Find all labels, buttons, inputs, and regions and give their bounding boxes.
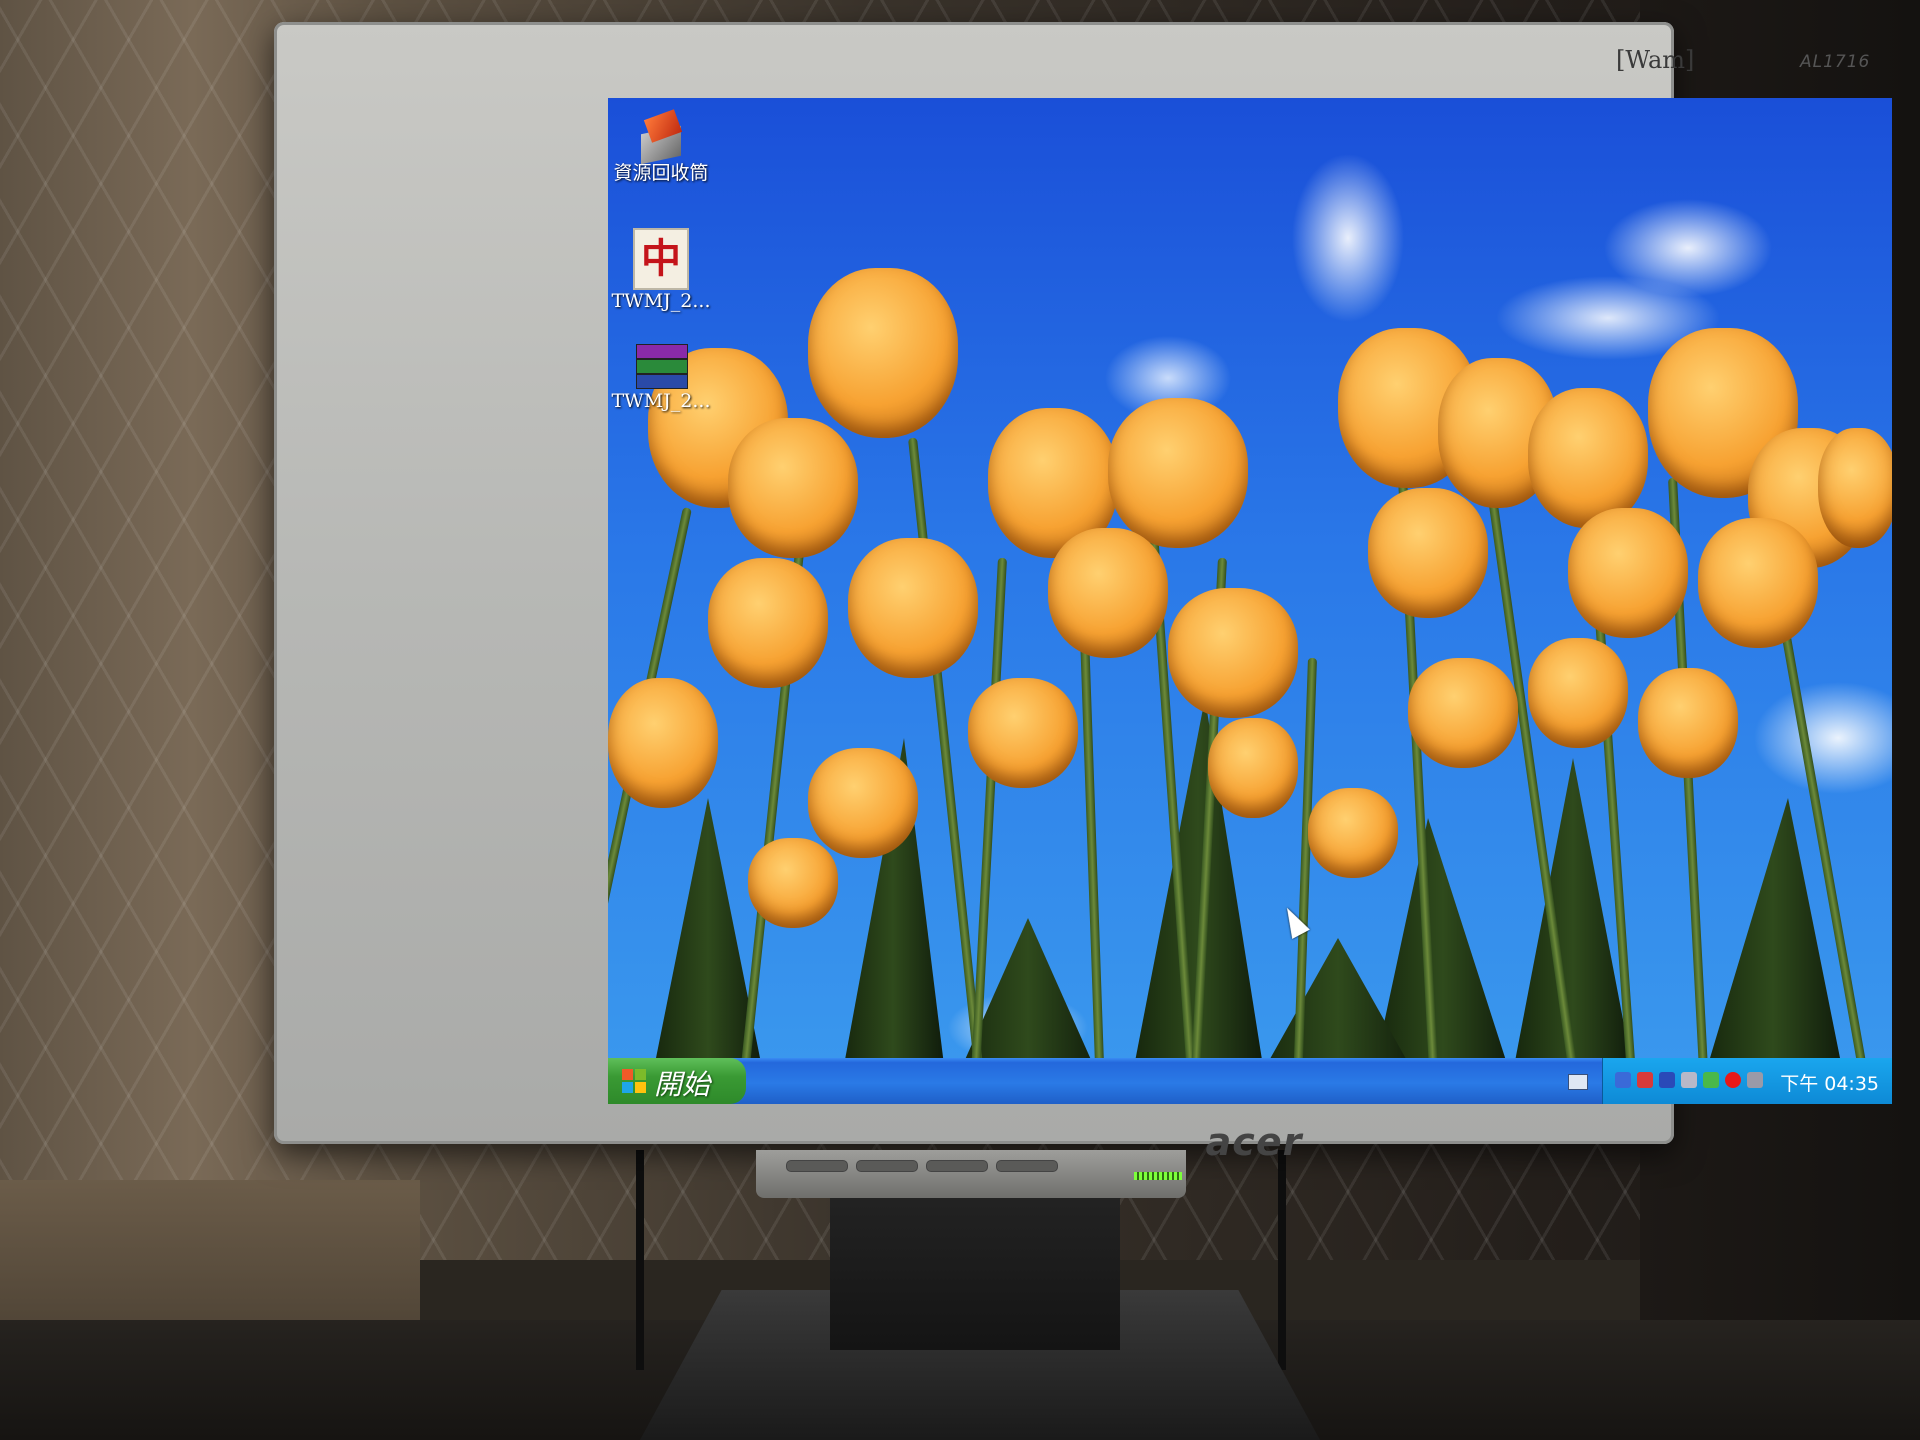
security-shield-icon[interactable]: [1637, 1072, 1653, 1088]
desktop-screen: 資源回收筒 中 TWMJ_2... TWMJ_2... 開始 下午 04:35: [608, 98, 1892, 1104]
acer-logo: acer: [1205, 1120, 1303, 1164]
monitor-right-button[interactable]: [926, 1160, 988, 1172]
antivirus-icon[interactable]: [1725, 1072, 1741, 1088]
winrar-archive-icon: [636, 344, 688, 390]
monitor-model-label: AL1716: [1800, 52, 1871, 72]
network-icon[interactable]: [1615, 1072, 1631, 1088]
keyboard-language-icon[interactable]: [1568, 1074, 1588, 1090]
wall-panel: [0, 1180, 420, 1340]
update-icon[interactable]: [1703, 1072, 1719, 1088]
desktop-icon-label: 資源回收筒: [613, 162, 709, 184]
desktop-icon-twmj-archive[interactable]: TWMJ_2...: [608, 344, 716, 412]
desktop-icon-label: TWMJ_2...: [611, 290, 711, 312]
taskbar: 開始 下午 04:35: [608, 1058, 1892, 1104]
monitor-stand-neck: [830, 1180, 1120, 1350]
monitor-brand-label: [Wam]: [1616, 46, 1695, 74]
windows-logo-icon: [622, 1069, 646, 1093]
start-button-label: 開始: [654, 1068, 711, 1101]
desktop-icon-label: TWMJ_2...: [611, 390, 711, 412]
desktop-icon-twmj-game[interactable]: 中 TWMJ_2...: [608, 228, 716, 312]
system-tray: 下午 04:35: [1602, 1058, 1892, 1104]
mahjong-tile-icon: 中: [633, 228, 689, 290]
network-connection-icon[interactable]: [1659, 1072, 1675, 1088]
start-button[interactable]: 開始: [608, 1058, 746, 1104]
recycle-bin-icon: [635, 109, 687, 165]
monitor-auto-button[interactable]: [786, 1160, 848, 1172]
monitor-cable: [1278, 1150, 1286, 1370]
power-indicator-led: [1134, 1172, 1182, 1180]
display-settings-icon[interactable]: [1747, 1072, 1763, 1088]
monitor-left-button[interactable]: [856, 1160, 918, 1172]
monitor-bezel: [Wam] AL1716 acer 資源回收筒 中 TWMJ_2... TWMJ…: [274, 22, 1892, 1164]
taskbar-clock[interactable]: 下午 04:35: [1780, 1069, 1879, 1096]
monitor-control-strip: [756, 1150, 1186, 1198]
desktop-icon-recycle-bin[interactable]: 資源回收筒: [608, 109, 716, 184]
volume-icon[interactable]: [1681, 1072, 1697, 1088]
monitor-cable: [636, 1150, 644, 1370]
monitor-menu-button[interactable]: [996, 1160, 1058, 1172]
